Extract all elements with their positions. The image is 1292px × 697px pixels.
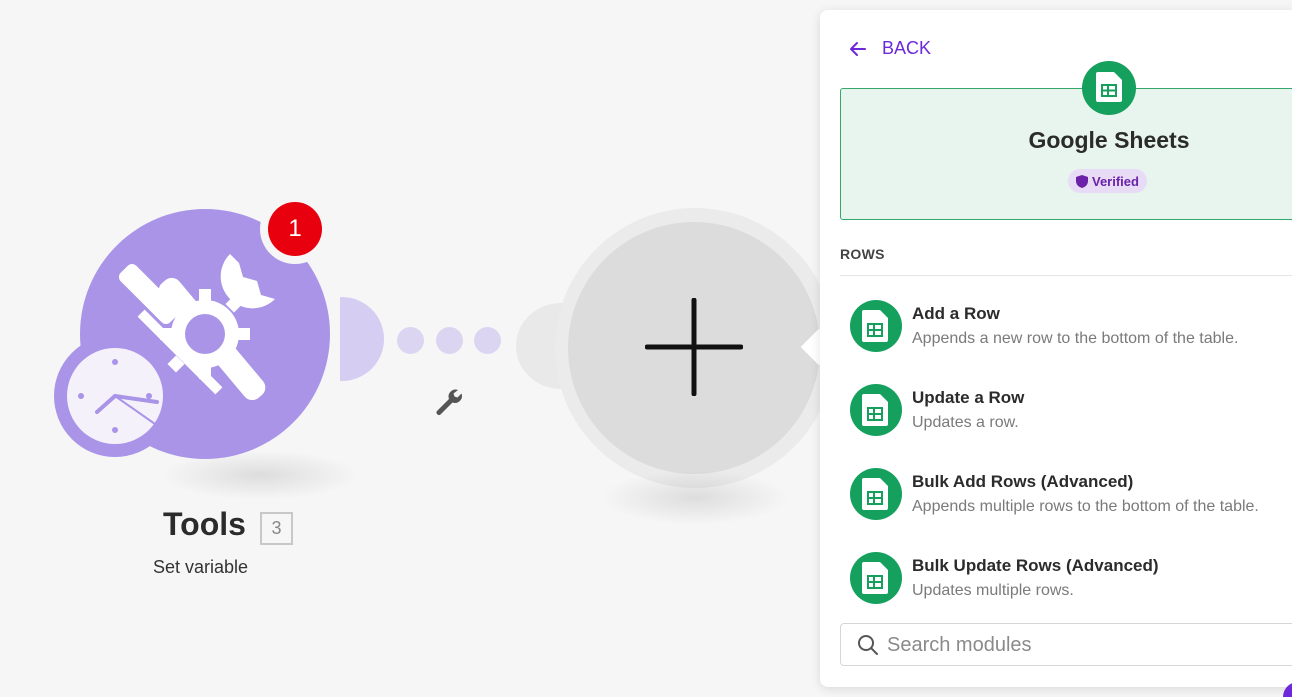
notification-badge[interactable]: 1 bbox=[260, 194, 330, 264]
verified-badge: Verified bbox=[1068, 169, 1147, 193]
notification-count: 1 bbox=[268, 202, 322, 256]
wrench-icon[interactable] bbox=[432, 386, 462, 416]
clock-icon bbox=[67, 348, 163, 444]
search-input[interactable] bbox=[887, 630, 1287, 660]
back-label: BACK bbox=[882, 38, 932, 58]
node-title: Tools bbox=[163, 506, 246, 542]
section-divider bbox=[840, 275, 1292, 276]
clock-badge[interactable] bbox=[54, 335, 176, 457]
module-picker-panel: BACK Google Sheets Verified ROWS Add a R… bbox=[820, 10, 1292, 687]
search-box[interactable] bbox=[840, 623, 1292, 666]
shield-icon bbox=[1076, 174, 1088, 188]
back-button[interactable]: BACK bbox=[848, 38, 931, 59]
app-card bbox=[840, 88, 1292, 220]
google-sheets-icon bbox=[850, 384, 902, 436]
google-sheets-icon bbox=[850, 552, 902, 604]
module-description: Appends multiple rows to the bottom of t… bbox=[912, 498, 1259, 515]
connector-dot bbox=[397, 327, 424, 354]
google-sheets-icon bbox=[850, 300, 902, 352]
module-description: Appends a new row to the bottom of the t… bbox=[912, 330, 1239, 347]
section-label: ROWS bbox=[840, 246, 885, 262]
module-title: Update a Row bbox=[912, 388, 1025, 407]
app-name: Google Sheets bbox=[1028, 127, 1190, 153]
arrow-left-icon bbox=[850, 41, 866, 56]
plus-icon[interactable] bbox=[645, 298, 743, 396]
module-description: Updates a row. bbox=[912, 414, 1019, 431]
node-subtitle: Set variable bbox=[153, 557, 249, 577]
connector-dot bbox=[474, 327, 501, 354]
module-list-item[interactable]: Add a Row Appends a new row to the botto… bbox=[850, 300, 1292, 360]
module-title: Add a Row bbox=[912, 304, 1000, 323]
module-list-item[interactable]: Bulk Update Rows (Advanced) Updates mult… bbox=[850, 552, 1292, 612]
node-id-badge: 3 bbox=[260, 512, 293, 545]
module-list-item[interactable]: Update a Row Updates a row. bbox=[850, 384, 1292, 444]
module-list-item[interactable]: Bulk Add Rows (Advanced) Appends multipl… bbox=[850, 468, 1292, 528]
verified-label: Verified bbox=[1092, 173, 1139, 189]
module-description: Updates multiple rows. bbox=[912, 582, 1074, 599]
google-sheets-icon bbox=[1082, 61, 1136, 115]
connector-dot bbox=[436, 327, 463, 354]
connector-handle[interactable] bbox=[340, 297, 384, 381]
node-shadow bbox=[600, 470, 790, 525]
module-title: Bulk Add Rows (Advanced) bbox=[912, 472, 1134, 491]
google-sheets-icon bbox=[850, 468, 902, 520]
search-icon bbox=[858, 635, 878, 655]
tools-module-node[interactable]: 1 bbox=[50, 194, 360, 500]
module-title: Bulk Update Rows (Advanced) bbox=[912, 556, 1159, 575]
